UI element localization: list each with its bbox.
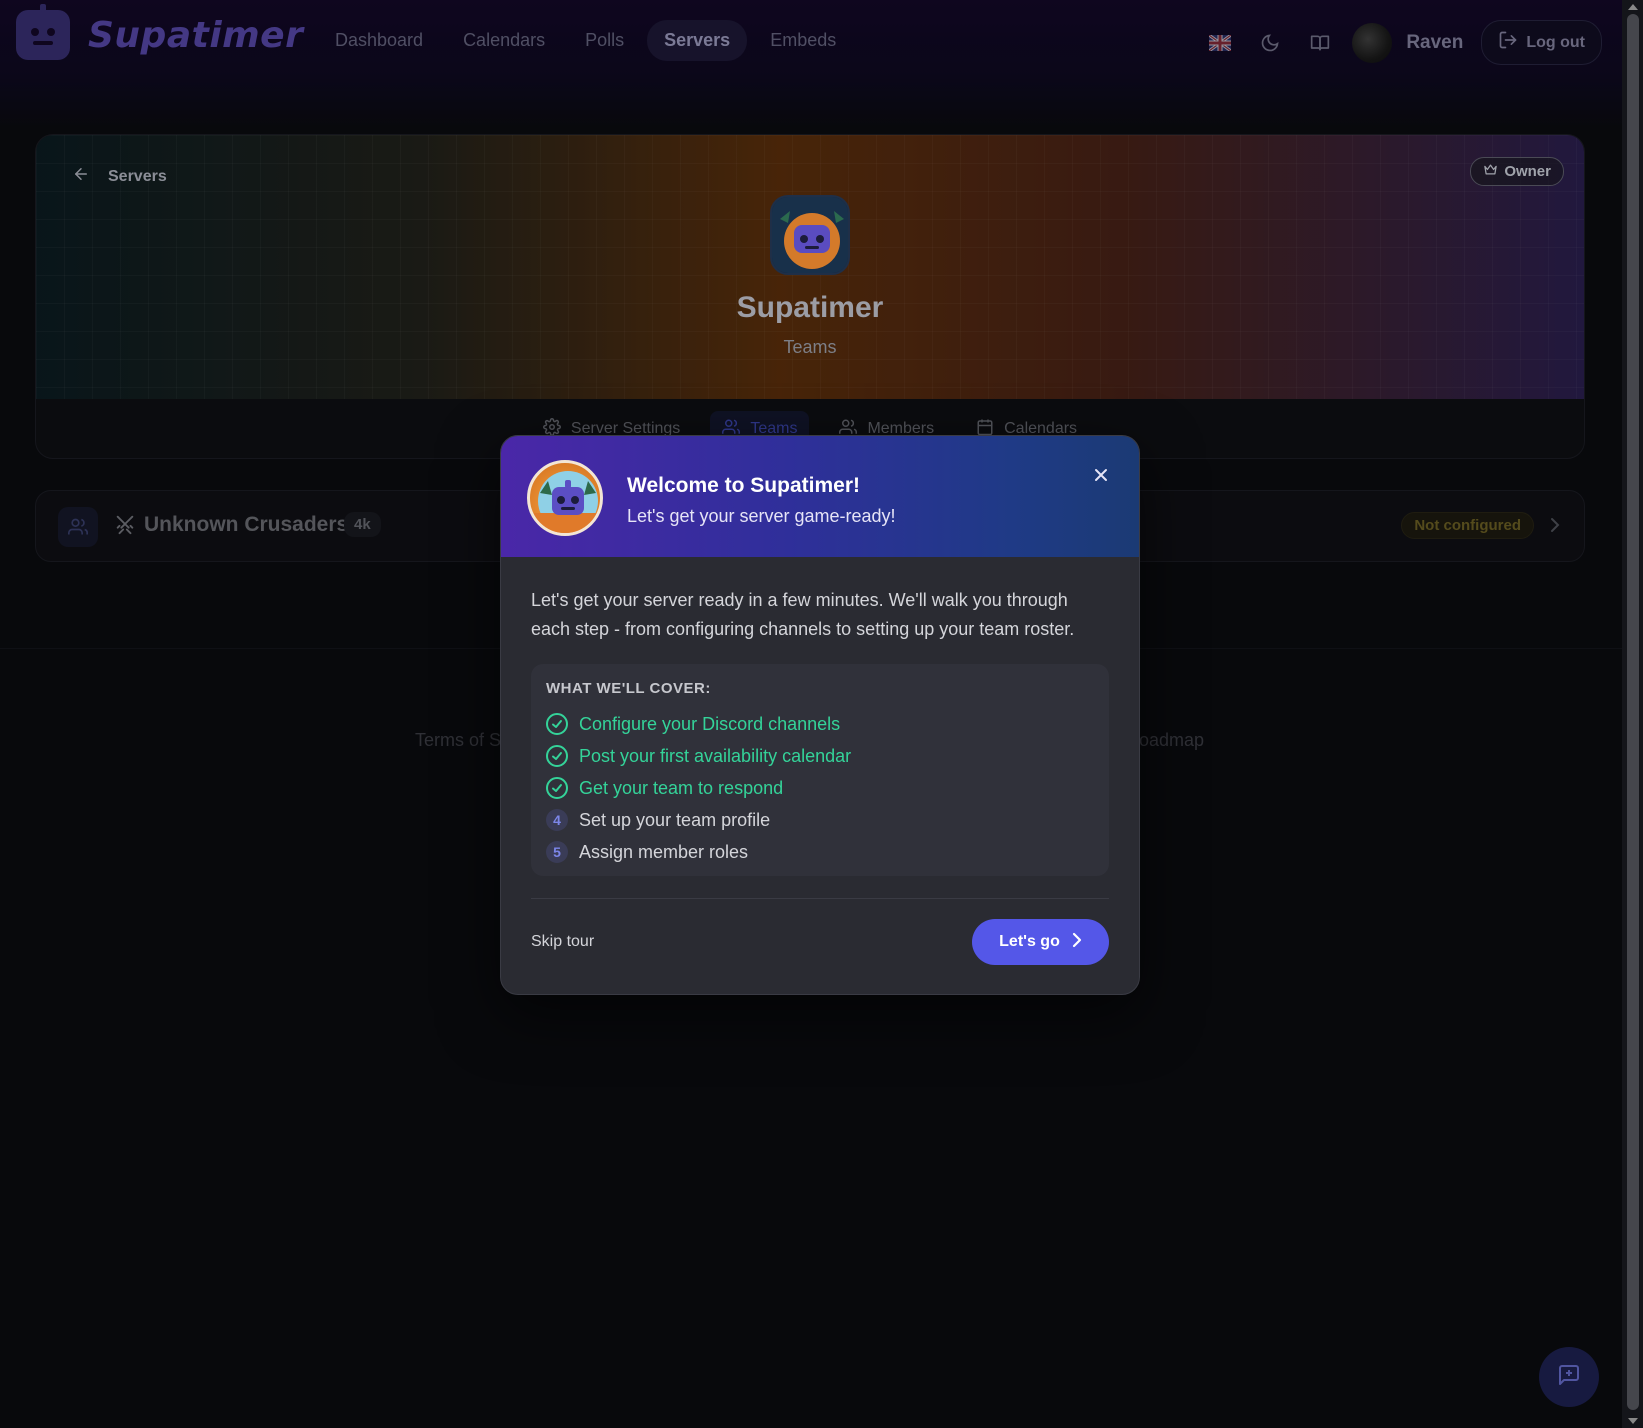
modal-intro-text: Let's get your server ready in a few min… [531, 590, 1075, 639]
step-label: Configure your Discord channels [579, 713, 841, 734]
step-label: Get your team to respond [579, 777, 784, 798]
step-label: Post your first availability calendar [579, 745, 852, 766]
crown-icon [1483, 162, 1498, 181]
page-scrollbar[interactable] [1622, 0, 1643, 1428]
lets-go-label: Let's go [999, 933, 1060, 950]
list-item: Post your first availability calendar [546, 740, 851, 772]
arrow-left-icon [72, 165, 90, 188]
check-circle-icon [546, 713, 568, 735]
owner-label: Owner [1504, 163, 1551, 180]
lets-go-button[interactable]: Let's go [972, 919, 1109, 965]
check-circle-icon [546, 777, 568, 799]
scroll-down-arrow[interactable] [1628, 1418, 1638, 1424]
back-link-label: Servers [108, 167, 167, 185]
server-avatar [770, 195, 850, 275]
close-icon [1093, 467, 1109, 486]
step-label: Assign member roles [579, 841, 749, 862]
step-label: Set up your team profile [579, 809, 771, 830]
back-to-servers-link[interactable]: Servers [72, 165, 167, 188]
server-title: Supatimer [736, 291, 884, 324]
list-item: 4 Set up your team profile [546, 804, 851, 836]
scroll-thumb[interactable] [1627, 14, 1639, 1410]
owner-badge: Owner [1470, 157, 1564, 186]
modal-divider [531, 898, 1109, 899]
supatimer-mascot-icon [527, 460, 603, 536]
coverage-title: WHAT WE'LL COVER: [546, 680, 711, 697]
list-item: Get your team to respond [546, 772, 851, 804]
chevron-right-icon [1072, 932, 1082, 953]
list-item: 5 Assign member roles [546, 836, 851, 868]
welcome-tour-modal: Welcome to Supatimer! Let's get your ser… [500, 435, 1140, 995]
coverage-list-box: WHAT WE'LL COVER: Configure your Discord… [531, 664, 1109, 876]
step-number: 5 [546, 841, 568, 863]
modal-header: Welcome to Supatimer! Let's get your ser… [501, 436, 1139, 557]
modal-title: Welcome to Supatimer! [627, 474, 860, 497]
server-subtitle: Teams [783, 337, 837, 357]
modal-subtitle: Let's get your server game-ready! [627, 506, 896, 526]
check-circle-icon [546, 745, 568, 767]
list-item: Configure your Discord channels [546, 708, 851, 740]
skip-tour-link[interactable]: Skip tour [531, 933, 594, 951]
coverage-list: Configure your Discord channels Post you… [546, 708, 851, 868]
scroll-up-arrow[interactable] [1628, 4, 1638, 10]
step-number: 4 [546, 809, 568, 831]
close-button[interactable] [1089, 464, 1113, 488]
